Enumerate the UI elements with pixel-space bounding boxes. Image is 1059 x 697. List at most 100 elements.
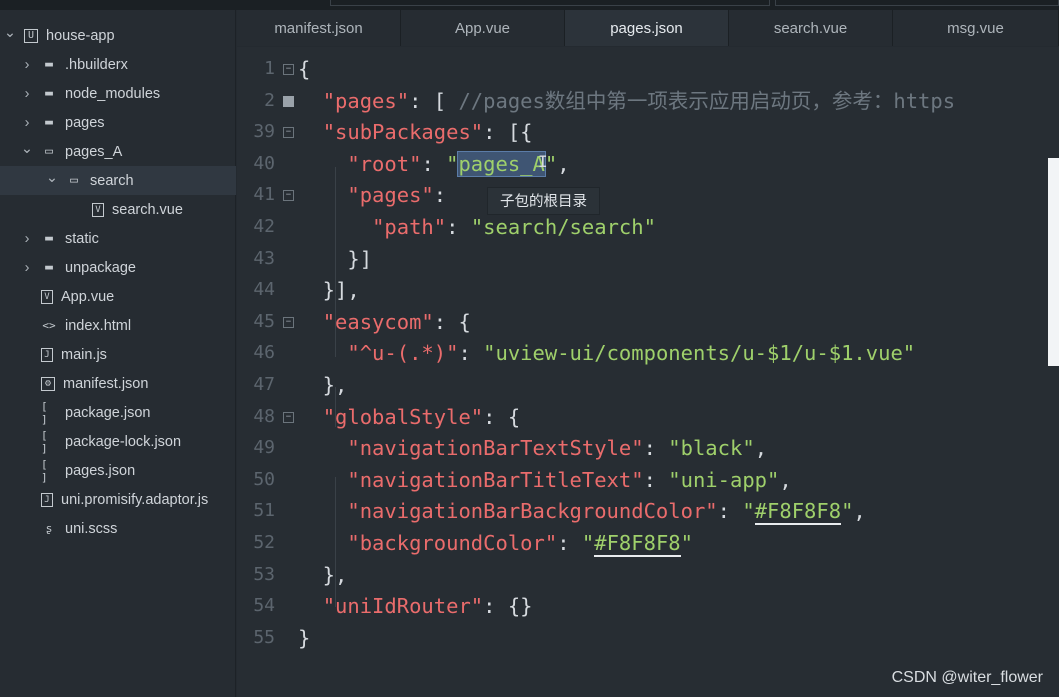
tree-item-uni-promisify-adaptor-js[interactable]: Juni.promisify.adaptor.js — [0, 485, 236, 514]
tree-item-label: house-app — [46, 27, 115, 44]
fold-collapse-icon[interactable]: − — [283, 190, 294, 202]
indent-guide — [335, 387, 336, 427]
code-line[interactable]: }, — [298, 370, 348, 401]
code-line[interactable]: "globalStyle": { — [298, 402, 520, 433]
json-file-icon: [ ] — [41, 428, 48, 455]
project-icon: U — [24, 28, 38, 43]
tree-item-search[interactable]: ⌄ ▭ search — [0, 166, 236, 195]
tree-item-label: package.json — [65, 404, 151, 421]
fold-collapse-icon[interactable]: − — [283, 64, 294, 75]
tree-item-hbuilderx[interactable]: › ▬ .hbuilderx — [0, 50, 236, 79]
tree-item-label: main.js — [61, 346, 107, 363]
top-toolbar-field[interactable] — [330, 0, 770, 6]
punctuation: : — [643, 436, 669, 461]
chevron-placeholder — [21, 378, 33, 390]
folder-icon: ▬ — [45, 115, 53, 130]
punctuation: : — [717, 499, 743, 524]
json-string: " — [446, 151, 459, 176]
tree-item-pages[interactable]: › ▬ pages — [0, 108, 236, 137]
code-line[interactable]: "subPackages": [{ — [298, 117, 533, 148]
tab-app-vue[interactable]: App.vue — [401, 10, 565, 46]
tree-item-index-html[interactable]: <> index.html — [0, 311, 236, 340]
code-line[interactable]: "pages": [ //pages数组中第一项表示应用启动页，参考：https — [298, 86, 955, 117]
code-editor[interactable]: 子包的根目录 1−{2 + "pages": [ //pages数组中第一项表示应… — [237, 47, 1059, 697]
fold-collapse-icon[interactable]: − — [283, 316, 294, 328]
tree-item-pages-a[interactable]: ⌄ ▭ pages_A — [0, 137, 236, 166]
json-string: " — [581, 531, 595, 555]
tab-search-vue[interactable]: search.vue — [729, 10, 893, 46]
line-number: 45 — [253, 310, 275, 332]
chevron-down-icon[interactable]: ⌄ — [21, 141, 33, 157]
code-line[interactable]: "backgroundColor": "#F8F8F8" — [298, 528, 693, 559]
project-explorer: ⌄ Uhouse-app › ▬ .hbuilderx › ▬ node_modules › ▬ p… — [0, 10, 236, 697]
tree-item-manifest-json[interactable]: ⚙ manifest.json — [0, 369, 236, 398]
line-number: 41 — [253, 184, 275, 206]
line-number: 39 — [253, 121, 275, 143]
tree-item-package-lock-json[interactable]: [ ] package-lock.json — [0, 427, 236, 456]
line-number: 40 — [253, 152, 275, 174]
code-line[interactable]: } — [298, 623, 310, 654]
scss-file-icon: ʂ — [45, 522, 53, 535]
indent-guide — [335, 167, 336, 357]
chevron-down-icon[interactable]: ⌄ — [4, 25, 16, 41]
tree-item-static[interactable]: › ▬ static — [0, 224, 236, 253]
code-line[interactable]: "easycom": { — [298, 307, 471, 338]
code-line[interactable]: }, — [298, 560, 348, 591]
tree-item-package-json[interactable]: [ ] package.json — [0, 398, 236, 427]
line-number: 42 — [253, 216, 275, 237]
code-line[interactable]: }], — [298, 275, 360, 306]
code-line[interactable]: "navigationBarTitleText": "uni-app", — [298, 465, 791, 496]
tab-pages-json[interactable]: pages.json — [565, 10, 729, 46]
fold-expand-icon[interactable]: + — [283, 95, 294, 107]
tree-item-main-js[interactable]: Jmain.js — [0, 340, 236, 369]
punctuation — [298, 152, 347, 176]
punctuation — [298, 499, 347, 523]
vue-file-icon: V — [92, 202, 104, 217]
fold-collapse-icon[interactable]: − — [283, 127, 294, 139]
code-line[interactable]: "navigationBarTextStyle": "black", — [298, 433, 767, 464]
tree-item-uni-scss[interactable]: ʂ uni.scss — [0, 514, 236, 543]
tree-item-app-vue[interactable]: V App.vue — [0, 282, 236, 311]
punctuation: }, — [298, 373, 348, 397]
tab-msg-vue[interactable]: msg.vue — [893, 10, 1059, 46]
chevron-right-icon[interactable]: › — [21, 260, 33, 276]
code-line[interactable]: "uniIdRouter": {} — [298, 591, 533, 622]
line-number: 52 — [253, 532, 275, 553]
chevron-right-icon[interactable]: › — [21, 57, 33, 73]
code-line[interactable]: "^u-(.*)": "uview-ui/components/u-$1/u-$… — [298, 338, 915, 369]
chevron-right-icon[interactable]: › — [21, 115, 33, 131]
chevron-right-icon[interactable]: › — [21, 86, 33, 102]
js-file-icon: J — [41, 347, 53, 362]
punctuation — [298, 405, 323, 429]
tree-item-unpackage[interactable]: › ▬ unpackage — [0, 253, 236, 282]
punctuation: , — [754, 436, 768, 461]
selected-text: pages_A — [457, 150, 546, 177]
json-string: " — [841, 499, 854, 524]
tree-item-label: index.html — [65, 317, 132, 334]
color-value: #F8F8F8 — [754, 499, 842, 526]
fold-collapse-icon[interactable]: − — [283, 411, 294, 423]
code-line[interactable]: "root": "pages_A", — [298, 149, 570, 180]
code-line[interactable]: { — [298, 54, 310, 85]
punctuation: : — [446, 215, 471, 239]
tree-item-house-app[interactable]: ⌄ Uhouse-app — [0, 21, 236, 50]
tree-item-label: search — [90, 172, 134, 189]
chevron-down-icon[interactable]: ⌄ — [46, 170, 58, 186]
tree-item-node-modules[interactable]: › ▬ node_modules — [0, 79, 236, 108]
tree-item-label: pages_A — [65, 143, 123, 160]
tree-item-search-vue[interactable]: Vsearch.vue — [0, 195, 236, 224]
tree-item-pages-json[interactable]: [ ] pages.json — [0, 456, 236, 485]
top-toolbar-field-2[interactable] — [775, 0, 1059, 6]
punctuation: }, — [298, 562, 348, 587]
chevron-placeholder — [21, 436, 33, 448]
scrollbar-thumb[interactable] — [1048, 158, 1059, 366]
code-line[interactable]: "navigationBarBackgroundColor": "#F8F8F8… — [298, 496, 866, 527]
chevron-placeholder — [21, 494, 33, 506]
chevron-right-icon[interactable]: › — [21, 231, 33, 247]
punctuation — [298, 89, 323, 113]
code-line[interactable]: "pages": — [298, 180, 458, 211]
punctuation — [298, 341, 347, 365]
tab-manifest-json[interactable]: manifest.json — [237, 10, 401, 46]
code-line[interactable]: "path": "search/search" — [298, 212, 656, 243]
punctuation: }], — [298, 278, 360, 303]
